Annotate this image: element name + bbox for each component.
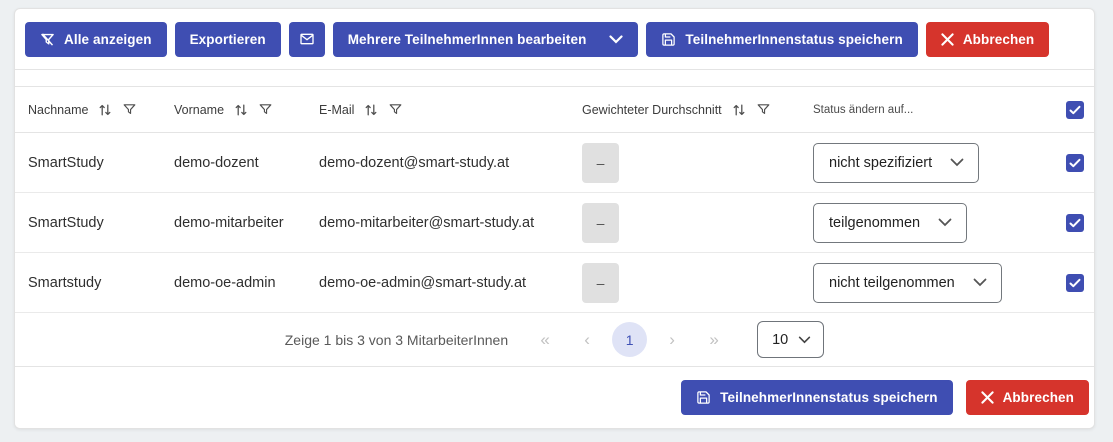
filter-icon[interactable] (258, 102, 273, 117)
filter-off-icon (40, 32, 55, 47)
average-chip: – (582, 143, 619, 183)
page-size-value: 10 (772, 332, 788, 348)
filter-icon[interactable] (756, 102, 771, 117)
chevron-down-icon (950, 158, 964, 167)
last-page-button[interactable]: » (693, 330, 735, 350)
select-all-checkbox[interactable] (1066, 101, 1084, 119)
cell-nachname: SmartStudy (15, 215, 161, 231)
cell-nachname: Smartstudy (15, 275, 161, 291)
header-durchschnitt-label: Gewichteter Durchschnitt (582, 103, 722, 117)
header-nachname-label: Nachname (28, 103, 88, 117)
cell-durchschnitt: – (569, 263, 800, 303)
filter-icon[interactable] (122, 102, 137, 117)
cell-nachname: SmartStudy (15, 155, 161, 171)
row-checkbox[interactable] (1066, 214, 1084, 232)
cell-status: nicht spezifiziert (800, 143, 1053, 183)
pagination-summary: Zeige 1 bis 3 von 3 MitarbeiterInnen (285, 332, 508, 348)
close-icon (981, 391, 994, 404)
cancel-button-top[interactable]: Abbrechen (926, 22, 1049, 57)
header-vorname: Vorname (161, 102, 306, 118)
header-status-label: Status ändern auf... (813, 104, 913, 116)
header-nachname: Nachname (15, 102, 161, 118)
header-status: Status ändern auf... (800, 104, 1053, 116)
chevron-down-icon (798, 336, 811, 344)
header-checkbox-cell (1053, 101, 1095, 119)
top-toolbar: Alle anzeigen Exportieren Mehrere Teilne… (15, 9, 1094, 70)
sort-icon[interactable] (363, 102, 379, 118)
toolbar-table-gap (15, 70, 1094, 86)
bottom-action-bar: TeilnehmerInnenstatus speichern Abbreche… (15, 367, 1094, 428)
status-select[interactable]: nicht teilgenommen (813, 263, 1002, 303)
status-select[interactable]: nicht spezifiziert (813, 143, 979, 183)
page-size-select[interactable]: 10 (757, 321, 824, 358)
edit-multiple-dropdown-button[interactable]: Mehrere TeilnehmerInnen bearbeiten (333, 22, 639, 57)
sort-icon[interactable] (731, 102, 747, 118)
average-chip: – (582, 203, 619, 243)
cell-email: demo-mitarbeiter@smart-study.at (306, 215, 569, 231)
row-checkbox[interactable] (1066, 274, 1084, 292)
cell-checkbox (1053, 214, 1095, 232)
chevron-down-icon (938, 218, 952, 227)
show-all-label: Alle anzeigen (64, 32, 152, 47)
filter-icon[interactable] (388, 102, 403, 117)
table-header-row: Nachname Vorname (15, 87, 1094, 133)
save-status-label-top: TeilnehmerInnenstatus speichern (685, 32, 902, 47)
participants-table: Nachname Vorname (15, 86, 1094, 313)
status-select-value: nicht teilgenommen (829, 275, 955, 291)
pagination-bar: Zeige 1 bis 3 von 3 MitarbeiterInnen « ‹… (15, 313, 1094, 367)
cancel-label-top: Abbrechen (963, 32, 1034, 47)
edit-multiple-label: Mehrere TeilnehmerInnen bearbeiten (348, 32, 587, 47)
status-select-value: nicht spezifiziert (829, 155, 932, 171)
average-chip: – (582, 263, 619, 303)
cell-vorname: demo-dozent (161, 155, 306, 171)
table-row: SmartStudy demo-mitarbeiter demo-mitarbe… (15, 193, 1094, 253)
cell-vorname: demo-oe-admin (161, 275, 306, 291)
current-page-button[interactable]: 1 (612, 322, 647, 357)
next-page-button[interactable]: › (651, 330, 693, 350)
save-status-button-top[interactable]: TeilnehmerInnenstatus speichern (646, 22, 917, 57)
cancel-label-bottom: Abbrechen (1003, 390, 1074, 405)
cell-vorname: demo-mitarbeiter (161, 215, 306, 231)
previous-page-button[interactable]: ‹ (566, 330, 608, 350)
cancel-button-bottom[interactable]: Abbrechen (966, 380, 1089, 415)
participants-panel: Alle anzeigen Exportieren Mehrere Teilne… (14, 8, 1095, 429)
cell-email: demo-dozent@smart-study.at (306, 155, 569, 171)
table-row: Smartstudy demo-oe-admin demo-oe-admin@s… (15, 253, 1094, 313)
header-vorname-label: Vorname (174, 103, 224, 117)
close-icon (941, 33, 954, 46)
header-email-label: E-Mail (319, 103, 354, 117)
email-button[interactable] (289, 22, 325, 57)
sort-icon[interactable] (97, 102, 113, 118)
save-status-button-bottom[interactable]: TeilnehmerInnenstatus speichern (681, 380, 952, 415)
cell-email: demo-oe-admin@smart-study.at (306, 275, 569, 291)
save-icon (696, 390, 711, 405)
cell-durchschnitt: – (569, 143, 800, 183)
row-checkbox[interactable] (1066, 154, 1084, 172)
export-button[interactable]: Exportieren (175, 22, 281, 57)
cell-checkbox (1053, 274, 1095, 292)
cell-durchschnitt: – (569, 203, 800, 243)
first-page-button[interactable]: « (524, 330, 566, 350)
table-row: SmartStudy demo-dozent demo-dozent@smart… (15, 133, 1094, 193)
cell-status: nicht teilgenommen (800, 263, 1053, 303)
envelope-icon (299, 31, 315, 47)
chevron-down-icon (973, 278, 987, 287)
cell-status: teilgenommen (800, 203, 1053, 243)
sort-icon[interactable] (233, 102, 249, 118)
status-select[interactable]: teilgenommen (813, 203, 967, 243)
save-status-label-bottom: TeilnehmerInnenstatus speichern (720, 390, 937, 405)
show-all-button[interactable]: Alle anzeigen (25, 22, 167, 57)
export-label: Exportieren (190, 32, 266, 47)
save-icon (661, 32, 676, 47)
header-email: E-Mail (306, 102, 569, 118)
status-select-value: teilgenommen (829, 215, 920, 231)
cell-checkbox (1053, 154, 1095, 172)
header-durchschnitt: Gewichteter Durchschnitt (569, 102, 800, 118)
chevron-down-icon (609, 35, 623, 44)
